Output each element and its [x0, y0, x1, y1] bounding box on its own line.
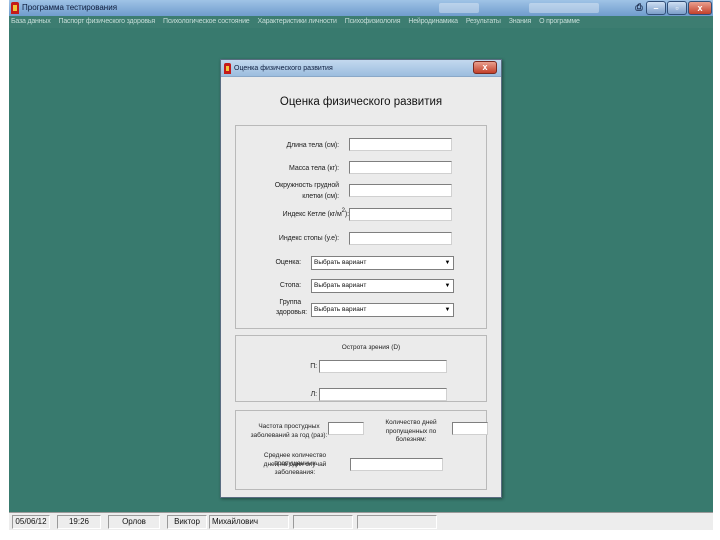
health-group-label-line1: Группа: [279, 299, 301, 306]
status-time: 19:26: [57, 515, 101, 529]
score-label: Оценка:: [275, 259, 302, 266]
score-select[interactable]: Выбрать вариант ▼: [311, 256, 454, 270]
minimize-button[interactable]: –: [646, 1, 666, 15]
missed-days-label-line2: пропущенных по болезням:: [385, 428, 437, 443]
foot-index-input[interactable]: [349, 232, 452, 245]
body-mass-input[interactable]: [349, 161, 452, 174]
app-icon: [224, 63, 231, 74]
menu-psych-state[interactable]: Психологическое состояние: [163, 16, 250, 28]
missed-days-input[interactable]: [452, 422, 488, 435]
status-first-name: Виктор: [167, 515, 207, 529]
taskbar-tab: [529, 3, 599, 13]
status-last-name: Орлов: [108, 515, 160, 529]
left-eye-label: Л:: [310, 391, 317, 398]
body-mass-label: Масса тела (кг):: [289, 165, 339, 172]
foot-select[interactable]: Выбрать вариант ▼: [311, 279, 454, 293]
visual-acuity-title: Острота зрения (D): [341, 344, 401, 351]
chest-label-line2: клетки (см):: [302, 193, 339, 200]
status-bar: 05/06/12 19:26 Орлов Виктор Михайлович: [9, 512, 713, 530]
missed-days-label-line1: Количество дней: [385, 419, 437, 426]
body-length-input[interactable]: [349, 138, 452, 151]
health-group-select[interactable]: Выбрать вариант ▼: [311, 303, 454, 317]
right-eye-label: П:: [310, 363, 317, 370]
menu-about[interactable]: О программе: [539, 16, 580, 28]
chevron-down-icon[interactable]: ▼: [443, 281, 452, 291]
menu-database[interactable]: База данных: [11, 16, 51, 28]
close-button[interactable]: x: [688, 1, 712, 15]
menu-bar: База данных Паспорт физического здоровья…: [9, 16, 713, 28]
window-title: Программа тестирования: [22, 3, 118, 12]
status-empty-cell: [357, 515, 437, 529]
status-date: 05/06/12: [12, 515, 50, 529]
status-patronymic: Михайлович: [209, 515, 289, 529]
physical-development-dialog: Оценка физического развития x Оценка физ…: [220, 59, 502, 498]
app-window: Программа тестирования ⎙ – ▫ x База данн…: [9, 0, 713, 530]
menu-psychophysiology[interactable]: Психофизиология: [345, 16, 401, 28]
chevron-down-icon[interactable]: ▼: [443, 258, 452, 268]
colds-label-line1: Частота простудных: [258, 423, 320, 430]
foot-index-label: Индекс стопы (у.е):: [278, 235, 339, 242]
maximize-button[interactable]: ▫: [667, 1, 687, 15]
dialog-title: Оценка физического развития: [234, 65, 333, 72]
quetelet-label: Индекс Кетле (кг/м2):: [282, 208, 350, 218]
avg-days-label-line2: дней на один случай заболевания:: [263, 461, 327, 476]
chevron-down-icon[interactable]: ▼: [443, 305, 452, 315]
dialog-heading: Оценка физического развития: [279, 96, 443, 108]
colds-label-line2: заболеваний за год (раз):: [250, 432, 328, 439]
health-group-label-line2: здоровья:: [275, 309, 307, 316]
menu-results[interactable]: Результаты: [466, 16, 501, 28]
menu-personality[interactable]: Характеристики личности: [257, 16, 336, 28]
taskbar-tab: [439, 3, 479, 13]
colds-frequency-input[interactable]: [328, 422, 364, 435]
printer-icon[interactable]: ⎙: [634, 1, 644, 15]
right-eye-input[interactable]: [319, 360, 447, 373]
body-length-label: Длина тела (см):: [286, 142, 340, 149]
left-eye-input[interactable]: [319, 388, 447, 401]
chest-label-line1: Окружность грудной: [274, 182, 339, 189]
menu-knowledge[interactable]: Знания: [509, 16, 532, 28]
chest-input[interactable]: [349, 184, 452, 197]
status-empty-cell: [293, 515, 353, 529]
foot-label: Стопа:: [279, 282, 301, 289]
dialog-title-bar: Оценка физического развития x: [221, 60, 501, 77]
menu-health-passport[interactable]: Паспорт физического здоровья: [59, 16, 156, 28]
dialog-close-button[interactable]: x: [473, 61, 497, 74]
app-icon: [11, 2, 19, 14]
quetelet-input[interactable]: [349, 208, 452, 221]
avg-days-input[interactable]: [350, 458, 443, 471]
menu-neurodynamics[interactable]: Нейродинамика: [408, 16, 458, 28]
title-bar: Программа тестирования ⎙ – ▫ x: [9, 0, 713, 16]
